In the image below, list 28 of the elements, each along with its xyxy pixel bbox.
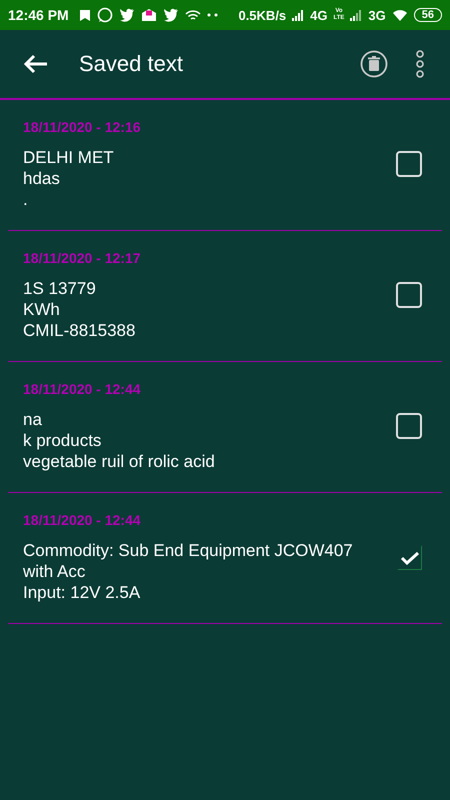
- wifi-icon: [392, 8, 408, 22]
- entry-text: DELHI MET hdas .: [23, 146, 115, 210]
- entry-date: 18/11/2020 - 12:44: [23, 512, 142, 528]
- bird-icon: [118, 8, 135, 22]
- signal-icon: [350, 10, 362, 20]
- clock-time: 12:46 PM: [8, 7, 69, 23]
- battery-level: 56: [414, 8, 442, 22]
- checkbox[interactable]: [397, 544, 422, 570]
- entry-text: 1S 13779 KWh CMIL-8815388: [23, 278, 136, 340]
- screen-title: Saved text: [79, 51, 183, 77]
- more-notifications-icon: [206, 13, 219, 17]
- more-options-icon[interactable]: [414, 50, 426, 78]
- bookmark-icon: [78, 8, 91, 22]
- network-type: 3G: [368, 8, 386, 22]
- entry-text: Commodity: Sub End Equipment JCOW407 with Acc Input: 12V 2.5A: [23, 540, 354, 602]
- entry-date: 18/11/2020 - 12:16: [23, 118, 142, 134]
- chat-bubble-icon: [96, 7, 113, 23]
- network-speed: 0.5KB/s: [238, 8, 286, 22]
- bird-icon: [162, 8, 179, 22]
- entry-date: 18/11/2020 - 12:17: [23, 250, 142, 266]
- envelope-icon: [140, 8, 157, 22]
- wifi-icon: [184, 8, 201, 22]
- trash-icon[interactable]: [360, 50, 388, 78]
- entry-date: 18/11/2020 - 12:44: [23, 380, 142, 396]
- network-type: 4G: [310, 8, 328, 22]
- signal-icon: [292, 10, 304, 20]
- back-arrow-icon[interactable]: [23, 54, 49, 74]
- entry-text: na k products vegetable ruil of rolic acid: [23, 408, 216, 472]
